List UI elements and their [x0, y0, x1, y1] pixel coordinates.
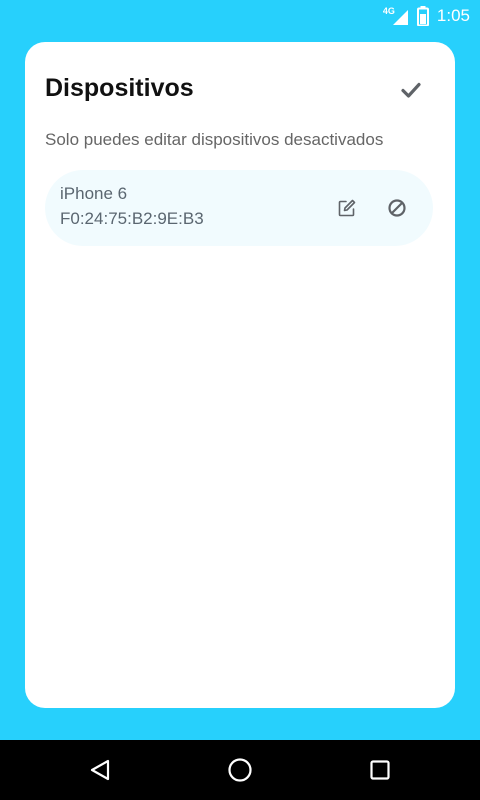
status-time: 1:05 [436, 6, 470, 25]
battery-icon [416, 6, 429, 26]
system-nav-bar [0, 740, 480, 800]
recents-icon [370, 760, 390, 780]
status-bar: 4G 1:05 [0, 0, 480, 32]
page-title: Dispositivos [45, 74, 194, 102]
nav-recents-button[interactable] [364, 754, 396, 786]
device-mac-address: F0:24:75:B2:9E:B3 [60, 209, 204, 228]
edit-device-button[interactable] [335, 196, 359, 220]
devices-card: Dispositivos Solo puedes editar disposit… [25, 42, 455, 708]
network-indicator: 4G [383, 6, 409, 26]
back-icon [90, 759, 110, 781]
instructions-text: Solo puedes editar dispositivos desactiv… [45, 130, 384, 149]
confirm-button[interactable] [397, 76, 425, 104]
signal-icon [392, 9, 408, 25]
device-name: iPhone 6 [60, 184, 128, 203]
device-list-item: iPhone 6 F0:24:75:B2:9E:B3 [45, 170, 433, 246]
nav-back-button[interactable] [84, 754, 116, 786]
check-icon [401, 82, 421, 98]
edit-icon [338, 199, 356, 217]
home-icon [228, 758, 252, 782]
deactivate-device-button[interactable] [385, 196, 409, 220]
block-icon [388, 199, 406, 217]
nav-home-button[interactable] [224, 754, 256, 786]
